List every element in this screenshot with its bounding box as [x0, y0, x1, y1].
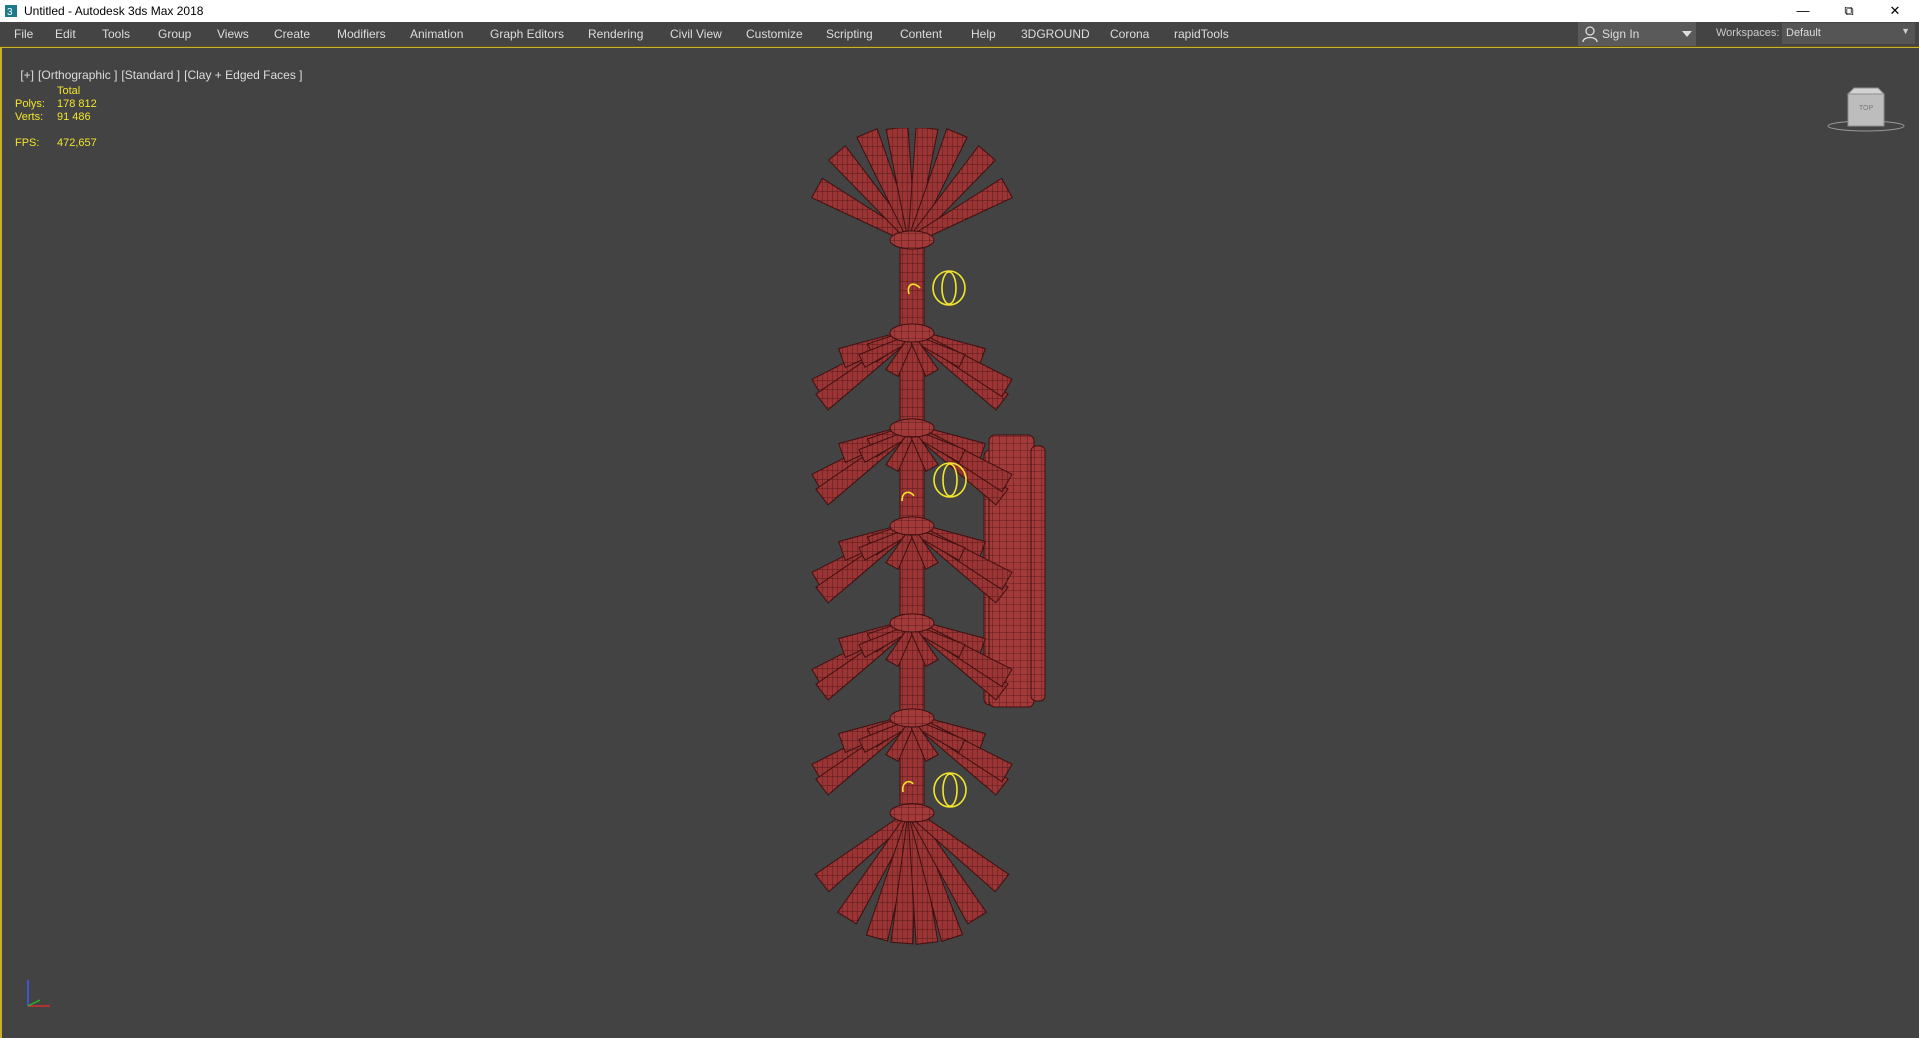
svg-text:3: 3: [7, 7, 13, 18]
restore-icon[interactable]: ⧉: [1826, 0, 1872, 22]
viewport-display-style-menu[interactable]: [Clay + Edged Faces ]: [184, 68, 302, 82]
app-icon[interactable]: 3: [4, 4, 18, 18]
menu-views[interactable]: Views: [217, 27, 249, 41]
menu-modifiers[interactable]: Modifiers: [337, 27, 386, 41]
menu-group[interactable]: Group: [158, 27, 191, 41]
menu-help[interactable]: Help: [971, 27, 996, 41]
title-bar: 3 Untitled - Autodesk 3ds Max 2018 — ⧉ ✕: [0, 0, 1919, 22]
stats-total-label: Total: [57, 85, 81, 97]
user-icon: [1582, 26, 1598, 43]
menu-3dground[interactable]: 3DGROUND: [1021, 27, 1090, 41]
viewport-general-menu[interactable]: [+]: [20, 68, 34, 82]
window-title: Untitled - Autodesk 3ds Max 2018: [24, 4, 204, 18]
menu-tools[interactable]: Tools: [102, 27, 130, 41]
menu-corona[interactable]: Corona: [1110, 27, 1149, 41]
stats-verts-label: Verts:: [15, 111, 44, 123]
stats-verts-value: 91 486: [57, 111, 91, 123]
axis-tripod-icon: [27, 980, 50, 1007]
stats-polys-label: Polys:: [15, 98, 45, 110]
hub: [889, 708, 935, 728]
chandelier-model[interactable]: [782, 128, 1132, 1028]
menu-create[interactable]: Create: [274, 27, 310, 41]
workspaces-label: Workspaces:: [1716, 27, 1780, 39]
menu-civil-view[interactable]: Civil View: [670, 27, 722, 41]
menu-rendering[interactable]: Rendering: [588, 27, 643, 41]
menu-file[interactable]: File: [14, 27, 33, 41]
sign-in-label: Sign In: [1602, 27, 1640, 41]
minimize-icon[interactable]: —: [1780, 0, 1826, 22]
menu-graph-editors[interactable]: Graph Editors: [490, 27, 564, 41]
stats-fps-label: FPS:: [15, 137, 40, 149]
viewport[interactable]: [+] [Orthographic ] [Standard ] [Clay + Edg…: [0, 47, 1919, 1038]
stats-polys-value: 178 812: [57, 98, 97, 110]
menu-scripting[interactable]: Scripting: [826, 27, 873, 41]
sign-in-button[interactable]: Sign In: [1578, 22, 1696, 46]
viewport-shading-preset-menu[interactable]: [Standard ]: [121, 68, 180, 82]
menu-edit[interactable]: Edit: [55, 27, 76, 41]
menu-rapidtools[interactable]: rapidTools: [1174, 27, 1229, 41]
hub: [889, 230, 935, 250]
hub: [889, 323, 935, 343]
menu-customize[interactable]: Customize: [746, 27, 803, 41]
menu-animation[interactable]: Animation: [410, 27, 463, 41]
hub: [889, 516, 935, 536]
menu-content[interactable]: Content: [900, 27, 942, 41]
chevron-down-icon[interactable]: [1682, 31, 1692, 37]
workspaces-value: Default: [1786, 27, 1821, 39]
chevron-down-icon: ▼: [1901, 26, 1910, 36]
viewport-point-of-view-menu[interactable]: [Orthographic ]: [38, 68, 117, 82]
hub: [889, 613, 935, 633]
workspaces-dropdown[interactable]: Default ▼: [1782, 23, 1915, 44]
viewcube-label: TOP: [1859, 105, 1874, 112]
close-icon[interactable]: ✕: [1872, 0, 1918, 22]
viewcube-icon[interactable]: TOP: [1826, 84, 1906, 138]
hub: [889, 803, 935, 823]
hub: [889, 418, 935, 438]
stats-fps-value: 472,657: [57, 137, 97, 149]
viewport-label-menu: [+] [Orthographic ] [Standard ] [Clay + Edg…: [7, 54, 307, 96]
